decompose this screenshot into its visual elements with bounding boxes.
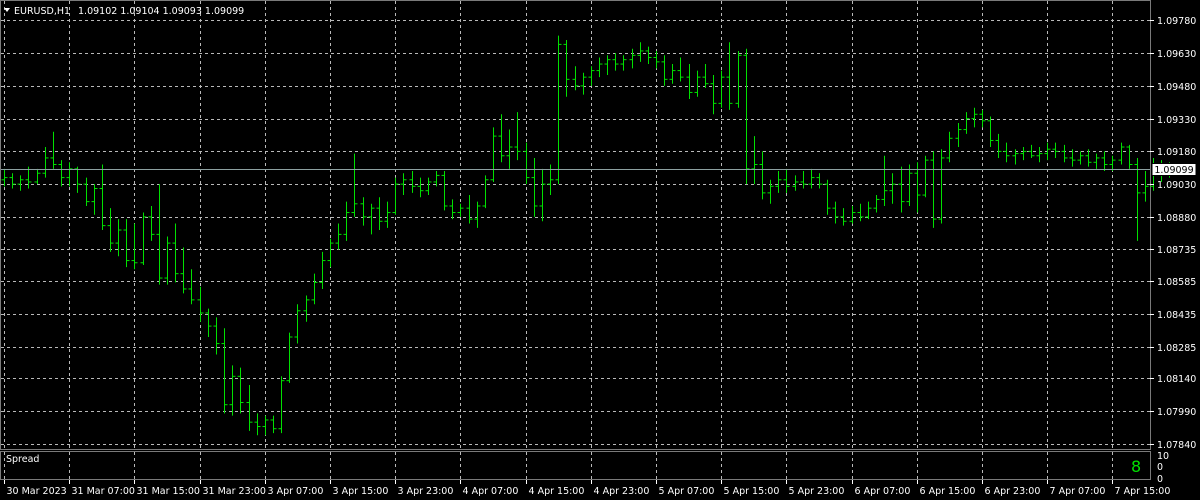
price-chart[interactable]: 1.09780 1.09630 1.09480 1.09330 1.09180 1.090… — [0, 0, 1200, 500]
x-tick-label: 31 Mar 15:00 — [137, 486, 200, 497]
ohlc-readout: 1.09102 1.09104 1.09093 1.09099 — [78, 6, 244, 17]
y-tick-label: 1.07840 — [1157, 440, 1196, 451]
y-tick-label: 1.08285 — [1157, 343, 1196, 354]
x-tick-label: 3 Apr 23:00 — [398, 486, 454, 497]
y-tick-label: 1.09180 — [1157, 147, 1196, 158]
y-tick-label: 1.08735 — [1157, 245, 1196, 256]
x-tick-label: 5 Apr 15:00 — [724, 486, 780, 497]
x-tick-label: 30 Mar 2023 — [7, 486, 67, 497]
y-tick-label: 1.09780 — [1157, 16, 1196, 27]
x-tick-label: 3 Apr 15:00 — [333, 486, 389, 497]
y-tick-label: 1.09330 — [1157, 115, 1196, 126]
x-tick-label: 4 Apr 15:00 — [529, 486, 585, 497]
current-price-label: 1.09099 — [1154, 165, 1193, 176]
y-tick-label: 1.08435 — [1157, 310, 1196, 321]
x-tick-label: 6 Apr 07:00 — [855, 486, 911, 497]
y-tick-label: 1.09630 — [1157, 49, 1196, 60]
y-tick-label: 1.07990 — [1157, 407, 1196, 418]
spread-tick-top: 10 — [1157, 451, 1169, 462]
x-tick-label: 5 Apr 07:00 — [659, 486, 715, 497]
spread-title: Spread — [6, 454, 39, 465]
y-tick-label: 1.08140 — [1157, 374, 1196, 385]
spread-tick-mid: 0 — [1157, 462, 1163, 473]
spread-value: 8 — [1131, 457, 1141, 476]
y-tick-label: 1.09480 — [1157, 82, 1196, 93]
x-tick-label: 4 Apr 23:00 — [594, 486, 650, 497]
x-tick-label: 3 Apr 07:00 — [268, 486, 324, 497]
x-tick-label: 5 Apr 23:00 — [789, 486, 845, 497]
x-tick-label: 7 Apr 07:00 — [1050, 486, 1106, 497]
x-tick-label: 31 Mar 07:00 — [72, 486, 135, 497]
y-tick-label: 1.08585 — [1157, 277, 1196, 288]
spread-tick-bottom: 0 — [1157, 474, 1163, 485]
chart-header: EURUSD,H1 1.09102 1.09104 1.09093 1.0909… — [4, 6, 244, 17]
x-tick-label: 6 Apr 23:00 — [985, 486, 1041, 497]
y-tick-label: 1.08880 — [1157, 213, 1196, 224]
x-tick-label: 31 Mar 23:00 — [203, 486, 266, 497]
y-tick-label: 1.09030 — [1157, 180, 1196, 191]
symbol-label: EURUSD,H1 — [14, 6, 70, 17]
x-tick-label: 4 Apr 07:00 — [463, 486, 519, 497]
price-label-box: 1.09099 — [1151, 163, 1197, 176]
x-tick-label: 7 Apr 15:00 — [1115, 486, 1171, 497]
x-tick-label: 6 Apr 15:00 — [920, 486, 976, 497]
